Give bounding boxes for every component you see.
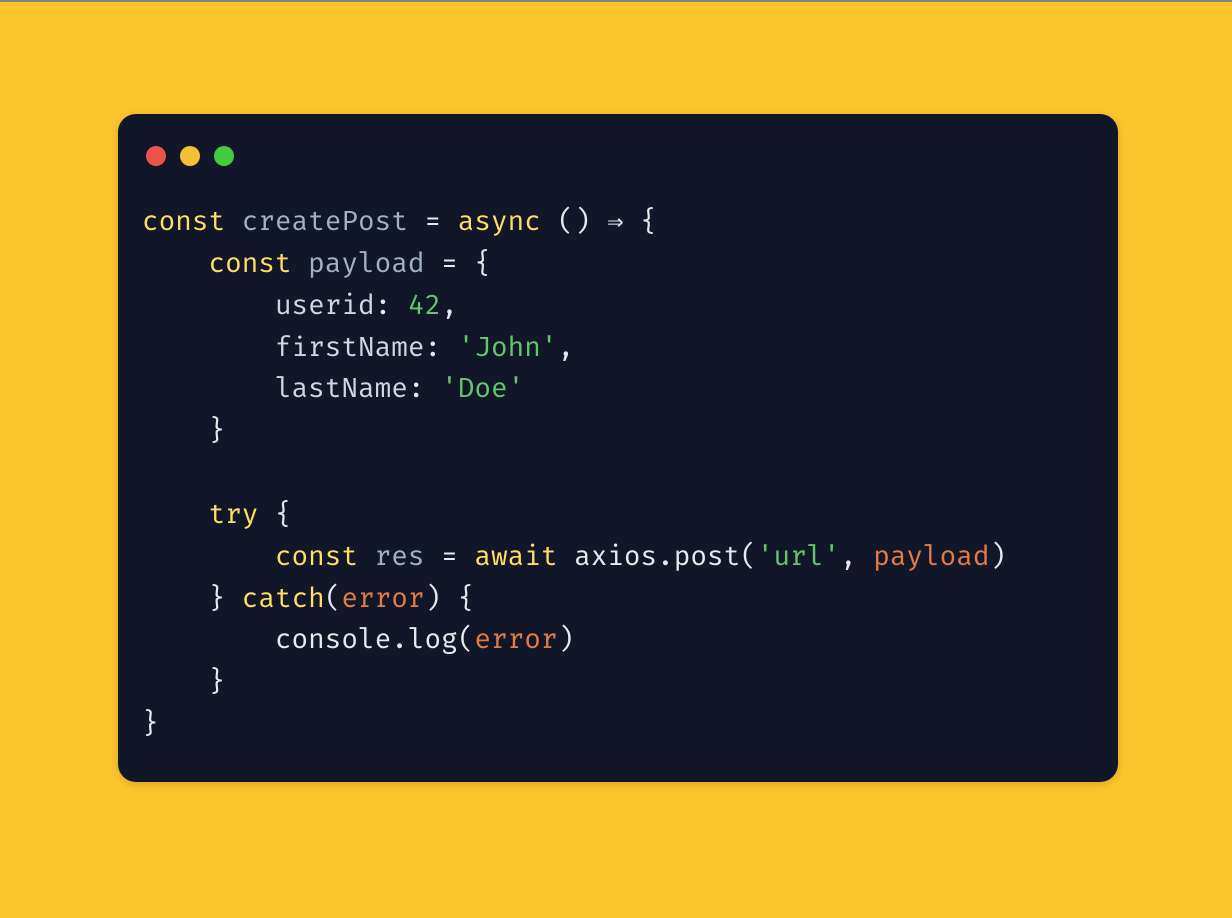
brace-open: { bbox=[458, 583, 475, 616]
operator-equals: = bbox=[441, 248, 458, 281]
paren-close: ) bbox=[425, 583, 442, 616]
keyword-const: const bbox=[208, 248, 291, 281]
method-log: log bbox=[408, 624, 458, 657]
keyword-try: try bbox=[208, 499, 258, 532]
operator-equals: = bbox=[441, 541, 458, 574]
brace-close: } bbox=[208, 583, 225, 616]
identifier-createPost: createPost bbox=[242, 206, 408, 239]
comma: , bbox=[840, 541, 857, 574]
property-firstName: firstName bbox=[275, 332, 425, 365]
argument-payload: payload bbox=[873, 541, 989, 574]
object-console: console bbox=[275, 624, 391, 657]
brace-open: { bbox=[474, 248, 491, 281]
keyword-async: async bbox=[458, 206, 541, 239]
arrow-operator: ⇒ bbox=[607, 206, 623, 239]
object-axios: axios bbox=[574, 541, 657, 574]
paren-close: ) bbox=[557, 624, 574, 657]
string-literal: 'url' bbox=[757, 541, 840, 574]
identifier-error: error bbox=[474, 624, 557, 657]
code-window: const createPost = async () ⇒ { const pa… bbox=[118, 114, 1118, 782]
identifier-res: res bbox=[375, 541, 425, 574]
comma: , bbox=[441, 290, 458, 323]
code-block: const createPost = async () ⇒ { const pa… bbox=[142, 202, 1094, 746]
colon: : bbox=[375, 290, 392, 323]
paren-open: ( bbox=[740, 541, 757, 574]
keyword-await: await bbox=[474, 541, 557, 574]
property-lastName: lastName bbox=[275, 373, 408, 406]
brace-open: { bbox=[275, 499, 292, 532]
traffic-lights bbox=[146, 146, 1094, 166]
string-literal: 'John' bbox=[458, 332, 558, 365]
brace-close: } bbox=[208, 415, 225, 448]
property-userid: userid bbox=[275, 290, 375, 323]
method-post: post bbox=[674, 541, 740, 574]
paren-open: ( bbox=[325, 583, 342, 616]
traffic-light-yellow-icon bbox=[180, 146, 200, 166]
identifier-error: error bbox=[341, 583, 424, 616]
number-literal: 42 bbox=[408, 290, 441, 323]
brace-close: } bbox=[142, 708, 159, 741]
dot: . bbox=[657, 541, 674, 574]
keyword-const: const bbox=[142, 206, 225, 239]
paren-close: ) bbox=[990, 541, 1007, 574]
keyword-catch: catch bbox=[242, 583, 325, 616]
keyword-const: const bbox=[275, 541, 358, 574]
comma: , bbox=[557, 332, 574, 365]
identifier-payload: payload bbox=[308, 248, 424, 281]
brace-open: { bbox=[640, 206, 657, 239]
dot: . bbox=[391, 624, 408, 657]
operator-equals: = bbox=[424, 206, 441, 239]
brace-close: } bbox=[208, 666, 225, 699]
string-literal: 'Doe' bbox=[441, 373, 524, 406]
paren-open: ( bbox=[458, 624, 475, 657]
traffic-light-red-icon bbox=[146, 146, 166, 166]
colon: : bbox=[424, 332, 441, 365]
traffic-light-green-icon bbox=[214, 146, 234, 166]
parentheses: () bbox=[557, 206, 590, 239]
colon: : bbox=[408, 373, 425, 406]
